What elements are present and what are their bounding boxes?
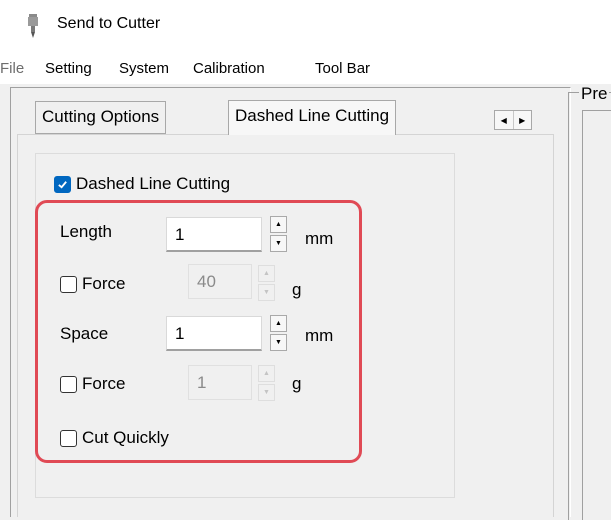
- tab-scroll-left-icon[interactable]: ◀: [495, 111, 513, 129]
- preview-title: Pre: [579, 84, 610, 104]
- preview-area: [582, 110, 611, 520]
- tab-label: Cutting Options: [42, 107, 160, 126]
- dashed-line-cutting-label: Dashed Line Cutting: [76, 174, 231, 193]
- menu-tool-bar[interactable]: Tool Bar: [315, 60, 370, 77]
- cutter-app-icon: [28, 14, 38, 38]
- tab-scroll-arrows: ◀ ▶: [494, 110, 532, 130]
- menu-setting[interactable]: Setting: [45, 60, 92, 77]
- tab-dashed-line-cutting[interactable]: Dashed Line Cutting: [228, 100, 397, 135]
- checkbox-checked-icon: [54, 175, 71, 193]
- menu-bar: File Setting System Calibration Tool Bar: [0, 52, 611, 84]
- tab-scroll-right-icon[interactable]: ▶: [512, 111, 532, 129]
- window-title: Send to Cutter: [57, 15, 161, 32]
- tab-label: Dashed Line Cutting: [235, 106, 390, 125]
- title-bar: Send to Cutter: [0, 0, 611, 52]
- dashed-line-cutting-checkbox[interactable]: Dashed Line Cutting: [54, 174, 230, 194]
- menu-file[interactable]: File: [0, 60, 24, 77]
- tab-cutting-options[interactable]: Cutting Options: [35, 101, 167, 134]
- menu-system[interactable]: System: [119, 60, 169, 77]
- menu-calibration[interactable]: Calibration: [193, 60, 265, 77]
- highlight-annotation: [35, 200, 362, 463]
